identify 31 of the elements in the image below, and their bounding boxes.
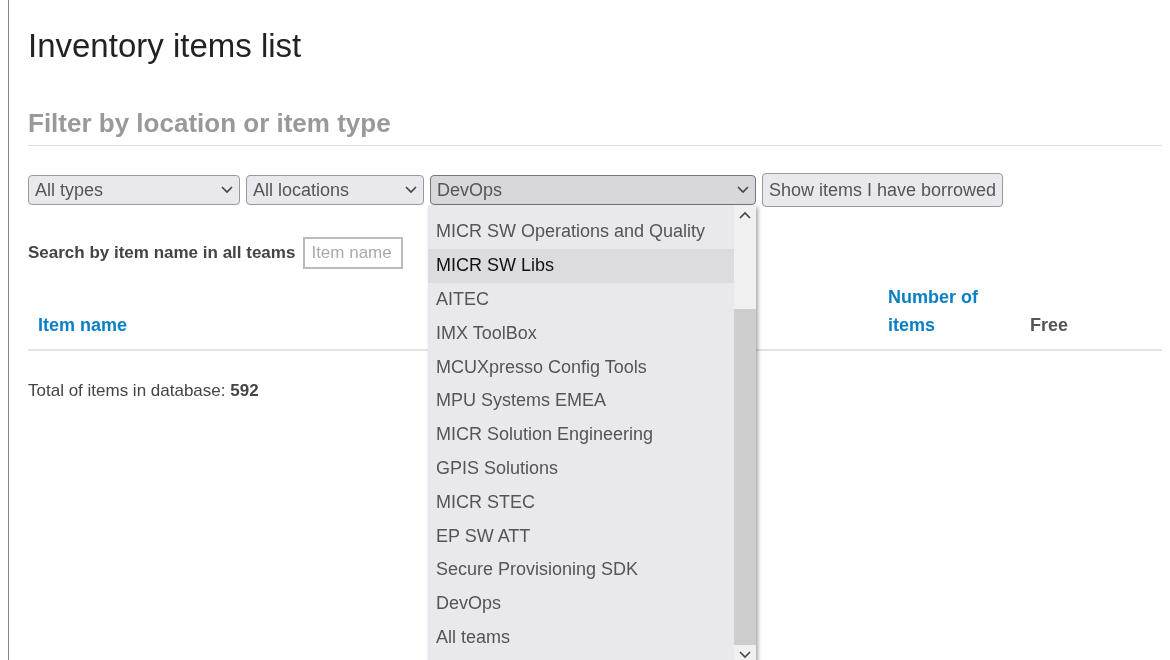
dropdown-option[interactable]: MCUXpresso Config Tools	[428, 350, 734, 384]
select-field[interactable]: All types	[28, 175, 240, 205]
dropdown-option[interactable]: IMX ToolBox	[428, 316, 734, 351]
dropdown-option[interactable]: EP SW ATT	[428, 519, 734, 553]
page-title: Inventory items list	[28, 26, 303, 66]
dropdown-option[interactable]: Secure Provisioning SDK	[428, 552, 734, 587]
column-header: Free	[1030, 314, 1069, 337]
dropdown-option[interactable]: DevOps	[428, 586, 734, 621]
chevron-down-icon	[221, 186, 233, 194]
column-header[interactable]: Number of items	[888, 283, 1030, 339]
dropdown-option[interactable]: MPU Systems EMEA	[428, 384, 734, 418]
dropdown-option[interactable]: MICR SW Operations and Quality	[428, 215, 734, 249]
dropdown-option[interactable]: All teams	[428, 620, 734, 655]
scrollbar[interactable]	[734, 205, 756, 660]
select-field[interactable]: DevOps	[430, 175, 756, 205]
borrowed-button[interactable]: Show items I have borrowed	[762, 173, 1004, 207]
scroll-up-icon	[739, 211, 751, 219]
chevron-down-icon	[405, 186, 417, 194]
chevron-down-icon	[737, 186, 749, 194]
column-header[interactable]: Item name	[38, 311, 128, 339]
search-field[interactable]: Item name	[303, 237, 404, 269]
dropdown-option[interactable]: MICR SW Libs	[428, 248, 734, 283]
scroll-down-icon	[739, 651, 751, 659]
dropdown-option[interactable]: MICR STEC	[428, 485, 734, 520]
dropdown-option[interactable]: MICR Solution Engineering	[428, 417, 734, 452]
dropdown-option[interactable]: GPIS Solutions	[428, 451, 734, 486]
filter-heading: Filter by location or item type	[28, 108, 1162, 146]
select-field[interactable]: All locations	[246, 175, 424, 205]
dropdown-option[interactable]: AITEC	[428, 282, 734, 317]
search-label: Search by item name in all teams	[28, 243, 296, 263]
total-count: Total of items in database: 592	[28, 381, 259, 400]
